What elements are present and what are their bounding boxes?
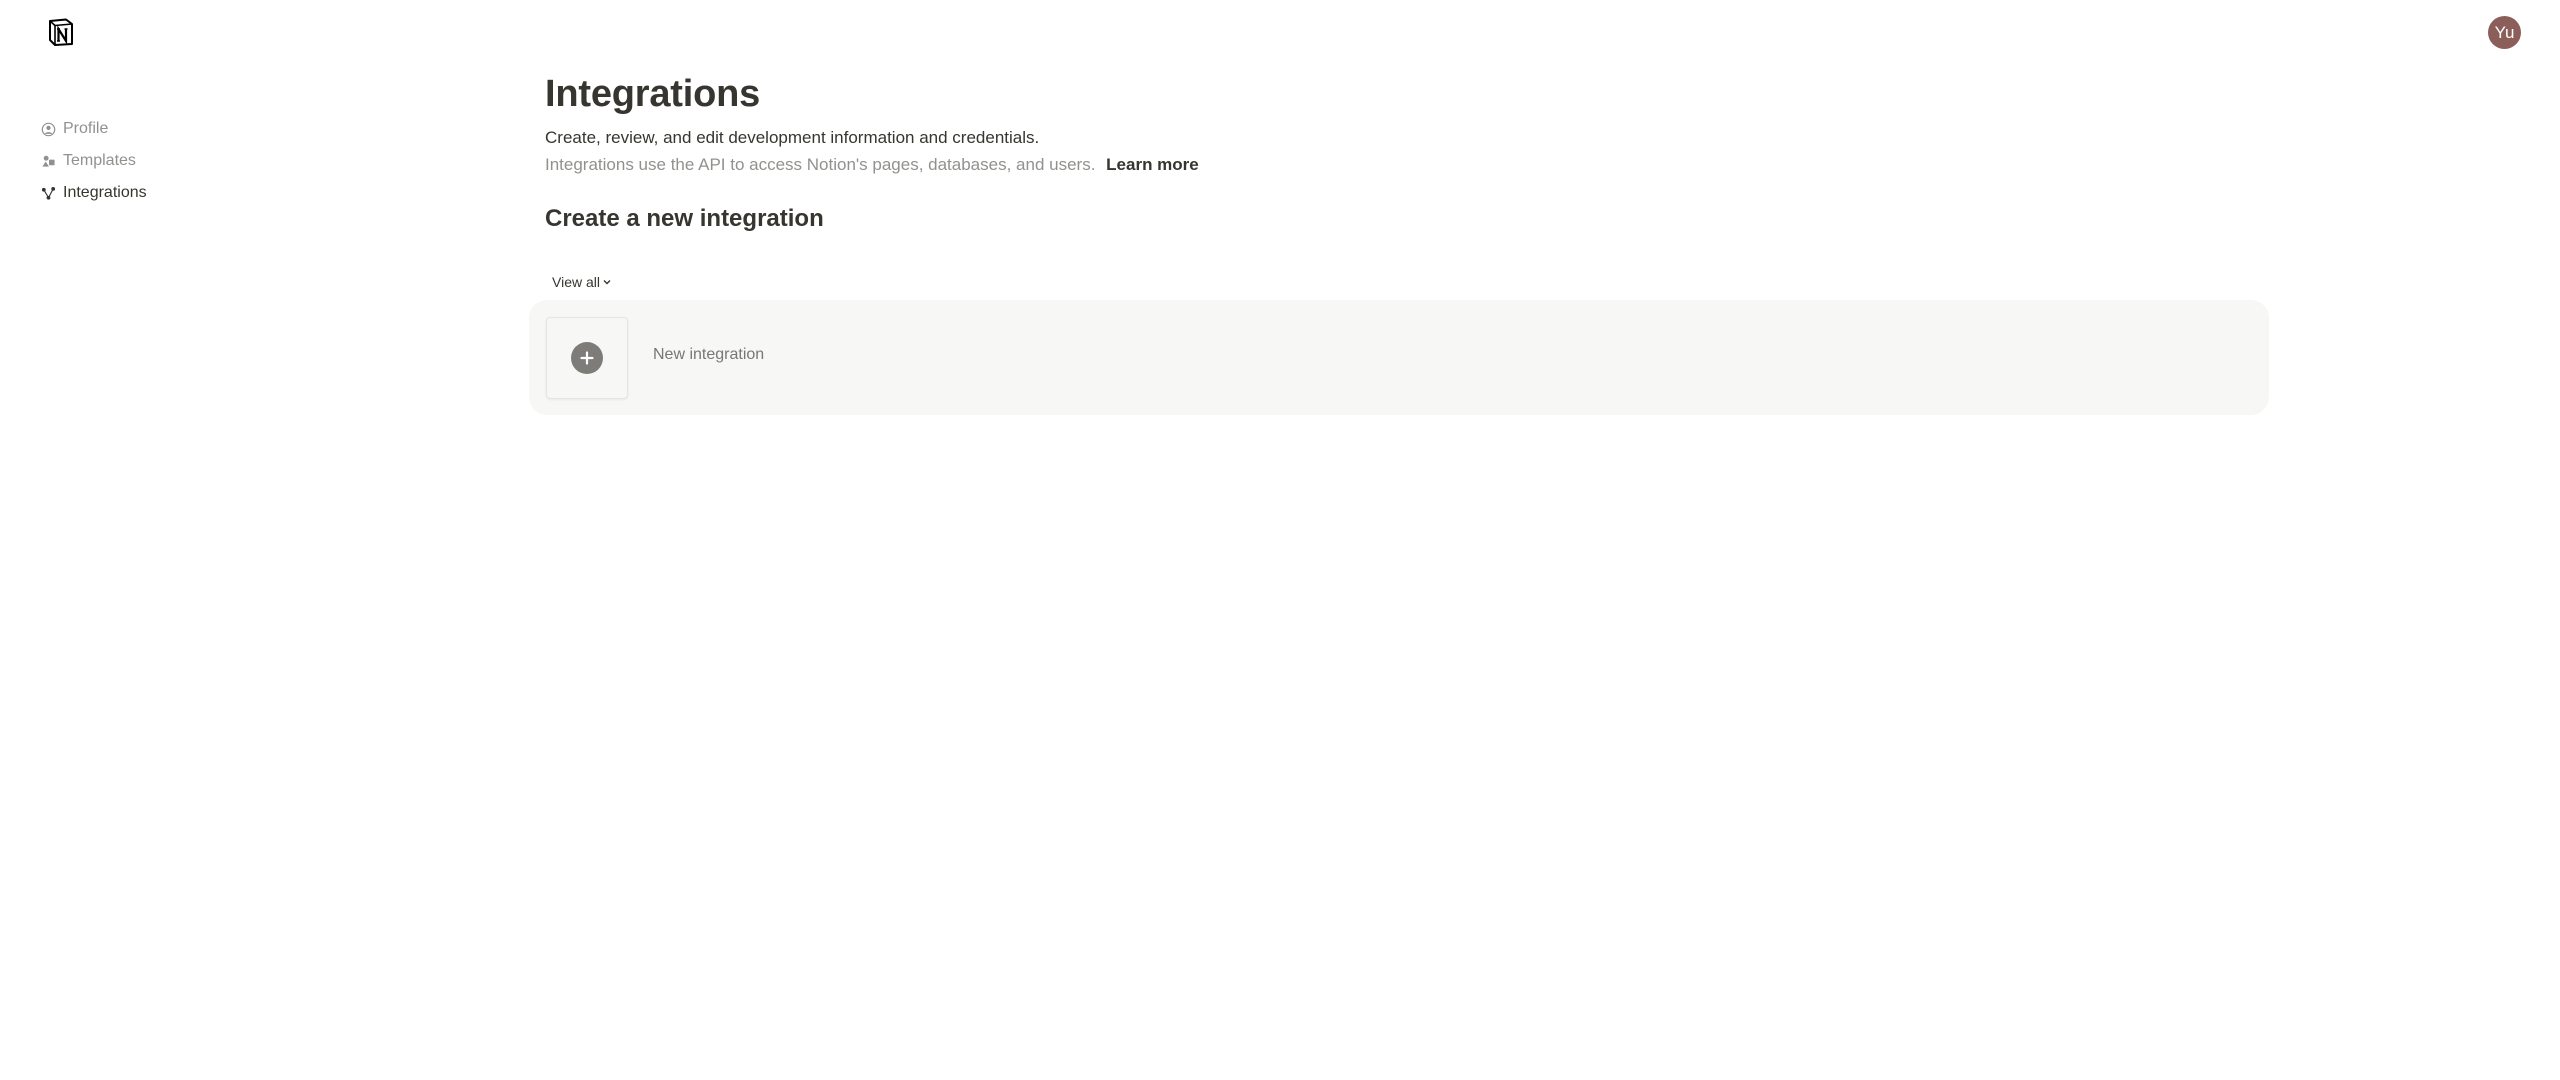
templates-icon <box>40 153 56 169</box>
integrations-icon <box>40 185 56 201</box>
new-integration-tile <box>546 317 628 399</box>
sidebar-item-label: Integrations <box>63 184 147 201</box>
plus-icon <box>571 342 603 374</box>
sidebar-item-label: Profile <box>63 120 109 137</box>
notion-logo-icon[interactable] <box>46 17 76 47</box>
page-description: Integrations use the API to access Notio… <box>545 153 2275 177</box>
learn-more-link[interactable]: Learn more <box>1106 155 1199 174</box>
new-integration-label: New integration <box>653 346 765 363</box>
main-content: Integrations Create, review, and edit de… <box>545 70 2275 235</box>
page-subtitle: Create, review, and edit development inf… <box>545 128 1040 147</box>
profile-icon <box>40 121 56 137</box>
sidebar-item-integrations[interactable]: Integrations <box>40 177 240 209</box>
user-avatar[interactable]: Yu <box>2488 16 2521 49</box>
view-all-dropdown[interactable]: View all <box>552 274 612 290</box>
sidebar-nav: Profile Templates Integrations <box>40 113 240 209</box>
section-title: Create a new integration <box>545 205 824 232</box>
sidebar-item-label: Templates <box>63 152 136 169</box>
sidebar-item-profile[interactable]: Profile <box>40 113 240 145</box>
description-text: Integrations use the API to access Notio… <box>545 155 1096 174</box>
chevron-down-icon <box>602 277 612 287</box>
page-title: Integrations <box>545 73 761 115</box>
view-all-label: View all <box>552 274 600 290</box>
page: Yu Profile Templates Integrations Integr… <box>0 0 2560 1080</box>
sidebar-item-templates[interactable]: Templates <box>40 145 240 177</box>
new-integration-card[interactable]: New integration <box>529 300 2269 415</box>
